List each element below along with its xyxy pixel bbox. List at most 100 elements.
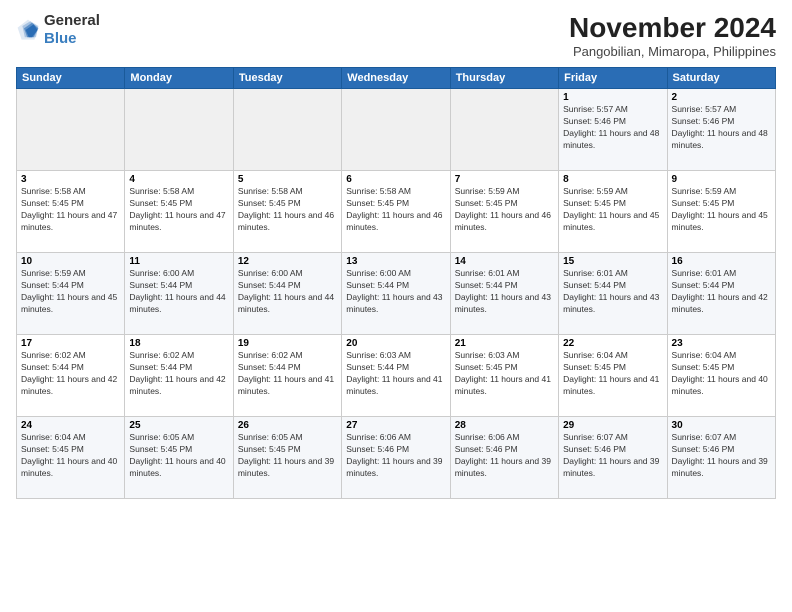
- calendar-cell: 14Sunrise: 6:01 AMSunset: 5:44 PMDayligh…: [450, 253, 558, 335]
- calendar-header-saturday: Saturday: [667, 68, 775, 89]
- calendar-cell: 6Sunrise: 5:58 AMSunset: 5:45 PMDaylight…: [342, 171, 450, 253]
- calendar-cell: 7Sunrise: 5:59 AMSunset: 5:45 PMDaylight…: [450, 171, 558, 253]
- calendar-cell: 3Sunrise: 5:58 AMSunset: 5:45 PMDaylight…: [17, 171, 125, 253]
- calendar-header-friday: Friday: [559, 68, 667, 89]
- day-info: Sunrise: 6:07 AMSunset: 5:46 PMDaylight:…: [563, 432, 662, 480]
- day-info: Sunrise: 6:03 AMSunset: 5:45 PMDaylight:…: [455, 350, 554, 398]
- calendar-cell: 30Sunrise: 6:07 AMSunset: 5:46 PMDayligh…: [667, 417, 775, 499]
- title-block: November 2024 Pangobilian, Mimaropa, Phi…: [569, 12, 776, 59]
- day-info: Sunrise: 6:04 AMSunset: 5:45 PMDaylight:…: [21, 432, 120, 480]
- day-info: Sunrise: 6:02 AMSunset: 5:44 PMDaylight:…: [238, 350, 337, 398]
- calendar-cell: 26Sunrise: 6:05 AMSunset: 5:45 PMDayligh…: [233, 417, 341, 499]
- calendar-header-tuesday: Tuesday: [233, 68, 341, 89]
- day-info: Sunrise: 5:59 AMSunset: 5:44 PMDaylight:…: [21, 268, 120, 316]
- day-info: Sunrise: 6:00 AMSunset: 5:44 PMDaylight:…: [238, 268, 337, 316]
- day-info: Sunrise: 5:59 AMSunset: 5:45 PMDaylight:…: [455, 186, 554, 234]
- calendar-cell: 19Sunrise: 6:02 AMSunset: 5:44 PMDayligh…: [233, 335, 341, 417]
- calendar-cell: 29Sunrise: 6:07 AMSunset: 5:46 PMDayligh…: [559, 417, 667, 499]
- day-number: 13: [346, 256, 445, 267]
- day-number: 19: [238, 338, 337, 349]
- day-number: 4: [129, 174, 228, 185]
- day-info: Sunrise: 6:01 AMSunset: 5:44 PMDaylight:…: [455, 268, 554, 316]
- logo-icon: [16, 18, 40, 42]
- day-number: 30: [672, 420, 771, 431]
- day-info: Sunrise: 6:00 AMSunset: 5:44 PMDaylight:…: [346, 268, 445, 316]
- calendar-cell: [450, 89, 558, 171]
- day-info: Sunrise: 5:59 AMSunset: 5:45 PMDaylight:…: [672, 186, 771, 234]
- calendar-week-1: 1Sunrise: 5:57 AMSunset: 5:46 PMDaylight…: [17, 89, 776, 171]
- calendar-header-wednesday: Wednesday: [342, 68, 450, 89]
- calendar-header-thursday: Thursday: [450, 68, 558, 89]
- day-info: Sunrise: 6:06 AMSunset: 5:46 PMDaylight:…: [455, 432, 554, 480]
- calendar-cell: 4Sunrise: 5:58 AMSunset: 5:45 PMDaylight…: [125, 171, 233, 253]
- calendar-cell: 18Sunrise: 6:02 AMSunset: 5:44 PMDayligh…: [125, 335, 233, 417]
- day-number: 5: [238, 174, 337, 185]
- day-info: Sunrise: 6:01 AMSunset: 5:44 PMDaylight:…: [563, 268, 662, 316]
- calendar-cell: 23Sunrise: 6:04 AMSunset: 5:45 PMDayligh…: [667, 335, 775, 417]
- day-info: Sunrise: 6:03 AMSunset: 5:44 PMDaylight:…: [346, 350, 445, 398]
- day-number: 26: [238, 420, 337, 431]
- calendar-cell: [125, 89, 233, 171]
- calendar-cell: 8Sunrise: 5:59 AMSunset: 5:45 PMDaylight…: [559, 171, 667, 253]
- month-title: November 2024: [569, 12, 776, 44]
- day-number: 12: [238, 256, 337, 267]
- day-number: 22: [563, 338, 662, 349]
- day-info: Sunrise: 6:05 AMSunset: 5:45 PMDaylight:…: [238, 432, 337, 480]
- calendar-cell: 2Sunrise: 5:57 AMSunset: 5:46 PMDaylight…: [667, 89, 775, 171]
- calendar-week-5: 24Sunrise: 6:04 AMSunset: 5:45 PMDayligh…: [17, 417, 776, 499]
- calendar-cell: 12Sunrise: 6:00 AMSunset: 5:44 PMDayligh…: [233, 253, 341, 335]
- day-info: Sunrise: 6:04 AMSunset: 5:45 PMDaylight:…: [563, 350, 662, 398]
- calendar-cell: [17, 89, 125, 171]
- day-info: Sunrise: 6:00 AMSunset: 5:44 PMDaylight:…: [129, 268, 228, 316]
- day-number: 6: [346, 174, 445, 185]
- day-number: 7: [455, 174, 554, 185]
- calendar-week-3: 10Sunrise: 5:59 AMSunset: 5:44 PMDayligh…: [17, 253, 776, 335]
- logo-blue-text: Blue: [44, 30, 77, 47]
- location-subtitle: Pangobilian, Mimaropa, Philippines: [569, 44, 776, 59]
- logo-general-text: General: [44, 12, 100, 29]
- day-number: 23: [672, 338, 771, 349]
- calendar-cell: 17Sunrise: 6:02 AMSunset: 5:44 PMDayligh…: [17, 335, 125, 417]
- day-number: 8: [563, 174, 662, 185]
- day-info: Sunrise: 5:57 AMSunset: 5:46 PMDaylight:…: [563, 104, 662, 152]
- calendar-cell: 1Sunrise: 5:57 AMSunset: 5:46 PMDaylight…: [559, 89, 667, 171]
- calendar-cell: 21Sunrise: 6:03 AMSunset: 5:45 PMDayligh…: [450, 335, 558, 417]
- day-number: 2: [672, 92, 771, 103]
- day-info: Sunrise: 6:02 AMSunset: 5:44 PMDaylight:…: [129, 350, 228, 398]
- calendar-cell: 11Sunrise: 6:00 AMSunset: 5:44 PMDayligh…: [125, 253, 233, 335]
- day-info: Sunrise: 6:04 AMSunset: 5:45 PMDaylight:…: [672, 350, 771, 398]
- day-number: 27: [346, 420, 445, 431]
- calendar-cell: 24Sunrise: 6:04 AMSunset: 5:45 PMDayligh…: [17, 417, 125, 499]
- day-info: Sunrise: 5:58 AMSunset: 5:45 PMDaylight:…: [129, 186, 228, 234]
- calendar-week-4: 17Sunrise: 6:02 AMSunset: 5:44 PMDayligh…: [17, 335, 776, 417]
- day-info: Sunrise: 5:58 AMSunset: 5:45 PMDaylight:…: [346, 186, 445, 234]
- day-number: 14: [455, 256, 554, 267]
- day-info: Sunrise: 6:05 AMSunset: 5:45 PMDaylight:…: [129, 432, 228, 480]
- day-number: 9: [672, 174, 771, 185]
- calendar-cell: 27Sunrise: 6:06 AMSunset: 5:46 PMDayligh…: [342, 417, 450, 499]
- day-number: 20: [346, 338, 445, 349]
- calendar-cell: [342, 89, 450, 171]
- day-number: 25: [129, 420, 228, 431]
- day-info: Sunrise: 5:59 AMSunset: 5:45 PMDaylight:…: [563, 186, 662, 234]
- day-number: 28: [455, 420, 554, 431]
- day-info: Sunrise: 6:02 AMSunset: 5:44 PMDaylight:…: [21, 350, 120, 398]
- calendar-cell: 25Sunrise: 6:05 AMSunset: 5:45 PMDayligh…: [125, 417, 233, 499]
- day-info: Sunrise: 5:58 AMSunset: 5:45 PMDaylight:…: [21, 186, 120, 234]
- calendar-cell: 28Sunrise: 6:06 AMSunset: 5:46 PMDayligh…: [450, 417, 558, 499]
- calendar-header-monday: Monday: [125, 68, 233, 89]
- day-number: 21: [455, 338, 554, 349]
- day-number: 1: [563, 92, 662, 103]
- day-number: 16: [672, 256, 771, 267]
- day-number: 29: [563, 420, 662, 431]
- logo: General Blue: [16, 12, 100, 48]
- day-number: 15: [563, 256, 662, 267]
- calendar-cell: 15Sunrise: 6:01 AMSunset: 5:44 PMDayligh…: [559, 253, 667, 335]
- calendar-cell: [233, 89, 341, 171]
- calendar-cell: 22Sunrise: 6:04 AMSunset: 5:45 PMDayligh…: [559, 335, 667, 417]
- calendar-header-sunday: Sunday: [17, 68, 125, 89]
- calendar-cell: 20Sunrise: 6:03 AMSunset: 5:44 PMDayligh…: [342, 335, 450, 417]
- day-info: Sunrise: 5:58 AMSunset: 5:45 PMDaylight:…: [238, 186, 337, 234]
- calendar-header-row: SundayMondayTuesdayWednesdayThursdayFrid…: [17, 68, 776, 89]
- calendar-cell: 16Sunrise: 6:01 AMSunset: 5:44 PMDayligh…: [667, 253, 775, 335]
